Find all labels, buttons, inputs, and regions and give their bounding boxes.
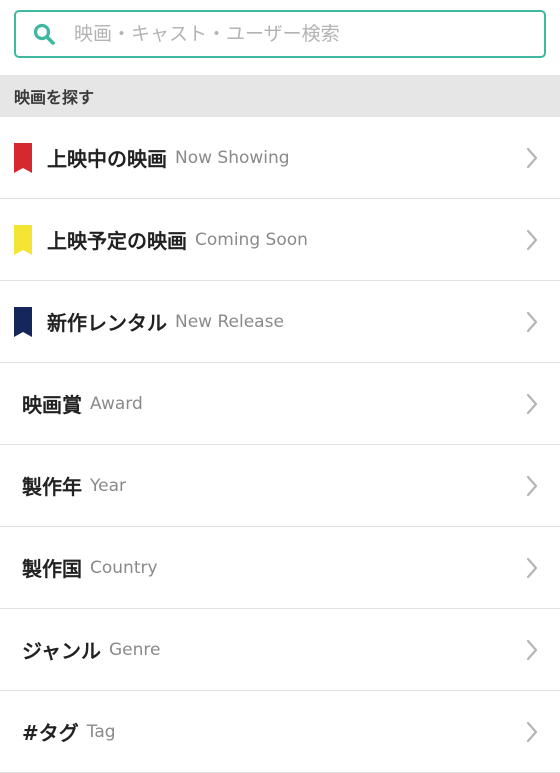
menu-item-new-release[interactable]: 新作レンタル New Release: [0, 281, 560, 363]
menu-item-year[interactable]: 製作年 Year: [0, 445, 560, 527]
section-header: 映画を探す: [0, 75, 560, 117]
yellow-flag-icon: [14, 224, 32, 255]
menu-item-label: #タグ: [22, 721, 79, 745]
red-flag-icon: [14, 142, 32, 173]
menu-item-sublabel: Tag: [86, 721, 116, 742]
search-bar: [0, 0, 560, 75]
menu-item-award[interactable]: 映画賞 Award: [0, 363, 560, 445]
search-input[interactable]: [74, 23, 494, 45]
chevron-right-icon: [526, 475, 538, 497]
menu-item-label: 上映中の映画: [47, 147, 167, 171]
menu-item-country[interactable]: 製作国 Country: [0, 527, 560, 609]
menu-item-genre[interactable]: ジャンル Genre: [0, 609, 560, 691]
search-icon: [32, 22, 56, 46]
menu-item-now-showing[interactable]: 上映中の映画 Now Showing: [0, 117, 560, 199]
menu-item-sublabel: Country: [90, 557, 158, 578]
chevron-right-icon: [526, 229, 538, 251]
menu-item-sublabel: Award: [90, 393, 143, 414]
menu-item-sublabel: Now Showing: [175, 147, 290, 168]
chevron-right-icon: [526, 147, 538, 169]
menu-item-label: 上映予定の映画: [47, 229, 187, 253]
menu-list: 上映中の映画 Now Showing 上映予定の映画 Coming Soon 新…: [0, 117, 560, 773]
menu-item-label: 新作レンタル: [47, 311, 167, 335]
menu-item-label: 製作国: [22, 557, 82, 581]
section-title: 映画を探す: [14, 88, 95, 107]
menu-item-sublabel: Genre: [109, 639, 161, 660]
menu-item-label: ジャンル: [22, 639, 101, 663]
menu-item-label: 製作年: [22, 475, 82, 499]
chevron-right-icon: [526, 393, 538, 415]
menu-item-coming-soon[interactable]: 上映予定の映画 Coming Soon: [0, 199, 560, 281]
chevron-right-icon: [526, 557, 538, 579]
chevron-right-icon: [526, 311, 538, 333]
menu-item-tag[interactable]: #タグ Tag: [0, 691, 560, 773]
navy-flag-icon: [14, 306, 32, 337]
menu-item-label: 映画賞: [22, 393, 82, 417]
search-box[interactable]: [14, 10, 546, 58]
chevron-right-icon: [526, 721, 538, 743]
menu-item-sublabel: New Release: [175, 311, 284, 332]
menu-item-sublabel: Year: [90, 475, 126, 496]
menu-item-sublabel: Coming Soon: [195, 229, 308, 250]
chevron-right-icon: [526, 639, 538, 661]
